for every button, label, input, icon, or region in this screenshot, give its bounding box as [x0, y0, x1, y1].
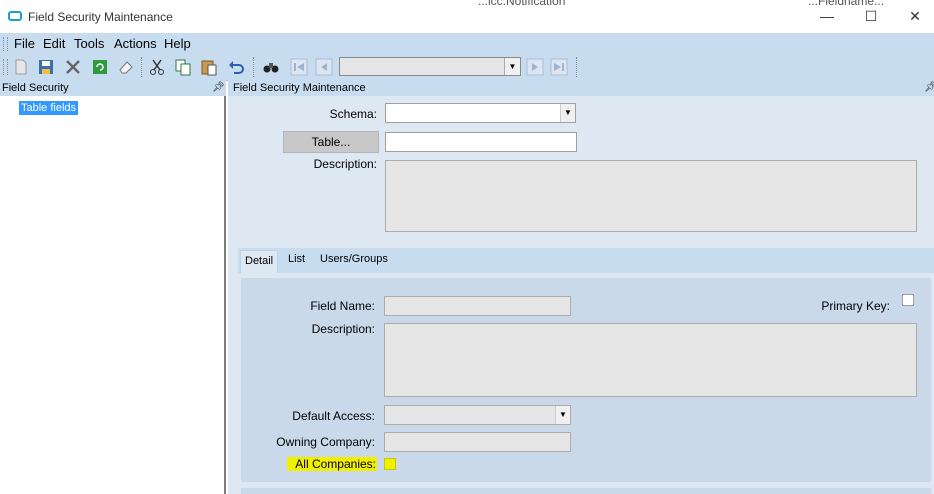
all-companies-label: All Companies:: [287, 457, 377, 471]
detail-panel: Field Name: Primary Key: Description: De…: [241, 278, 931, 482]
menu-tools[interactable]: Tools: [74, 36, 104, 51]
table-field[interactable]: [385, 132, 577, 152]
menu-help[interactable]: Help: [164, 36, 191, 51]
maintenance-panel-header: Field Security Maintenance 📌︎: [228, 80, 934, 96]
schema-select[interactable]: ▼: [385, 103, 576, 123]
field-name-field[interactable]: [384, 296, 571, 316]
delete-icon[interactable]: [64, 58, 82, 76]
owning-company-field[interactable]: [384, 432, 571, 452]
tab-list[interactable]: List: [288, 253, 305, 265]
primary-key-checkbox[interactable]: [902, 294, 914, 306]
search-icon[interactable]: [262, 58, 280, 76]
field-name-label: Field Name:: [310, 299, 375, 313]
pin-icon[interactable]: 📌︎: [924, 82, 934, 93]
maximize-button[interactable]: ☐: [856, 6, 886, 26]
field-security-panel-header: Field Security 📌︎: [0, 80, 226, 96]
menu-file[interactable]: File: [14, 36, 35, 51]
refresh-icon[interactable]: [91, 58, 109, 76]
window-title: Field Security Maintenance: [28, 10, 173, 24]
prev-record-icon[interactable]: [315, 58, 333, 76]
maintenance-form: Schema: ▼ Table... Description: Detail L…: [228, 96, 934, 494]
default-access-label: Default Access:: [292, 409, 375, 423]
chevron-down-icon[interactable]: ▼: [504, 58, 520, 75]
toolbar-separator: [141, 57, 143, 77]
default-access-select[interactable]: ▼: [384, 405, 571, 425]
field-security-tree: Table fields: [0, 96, 226, 494]
app-icon: [8, 11, 22, 21]
last-record-icon[interactable]: [550, 58, 568, 76]
menubar-grip[interactable]: [3, 37, 8, 51]
next-record-icon[interactable]: [526, 58, 544, 76]
tab-detail[interactable]: Detail: [240, 250, 279, 273]
paste-icon[interactable]: [200, 58, 218, 76]
panel-title: Field Security: [2, 82, 69, 94]
new-icon[interactable]: [12, 58, 30, 76]
pin-icon[interactable]: 📌︎: [212, 82, 225, 93]
save-icon[interactable]: [37, 58, 55, 76]
copy-icon[interactable]: [174, 58, 192, 76]
toolbar-separator: [576, 57, 578, 77]
cut-icon[interactable]: [148, 58, 166, 76]
background-window-text: ...lcc.Notification: [478, 0, 566, 8]
detail-description-label: Description:: [311, 322, 375, 336]
all-companies-checkbox[interactable]: [384, 458, 396, 470]
menu-actions[interactable]: Actions: [114, 36, 157, 51]
menu-bar: File Edit Tools Actions Help: [0, 33, 934, 54]
detail-panel-footer: [241, 488, 931, 494]
detail-description-field[interactable]: [384, 323, 917, 397]
schema-label: Schema:: [329, 107, 377, 121]
tab-users-groups[interactable]: Users/Groups: [320, 253, 388, 265]
close-button[interactable]: ✕: [900, 6, 930, 26]
tab-strip: Detail List Users/Groups: [238, 248, 934, 273]
record-selector-combo[interactable]: ▼: [339, 57, 521, 76]
panel-title: Field Security Maintenance: [233, 82, 366, 94]
toolbar-separator: [253, 57, 255, 77]
description-field[interactable]: [385, 160, 917, 232]
first-record-icon[interactable]: [290, 58, 308, 76]
undo-icon[interactable]: [227, 58, 245, 76]
description-label: Description:: [313, 157, 377, 171]
chevron-down-icon[interactable]: ▼: [555, 406, 570, 424]
chevron-down-icon[interactable]: ▼: [560, 104, 575, 122]
minimize-button[interactable]: —: [812, 6, 842, 26]
primary-key-label: Primary Key:: [821, 299, 890, 313]
tree-node-table-fields[interactable]: Table fields: [19, 101, 79, 115]
table-button[interactable]: Table...: [283, 131, 379, 153]
owning-company-label: Owning Company:: [276, 435, 375, 449]
window-title-bar: Field Security Maintenance ...lcc.Notifi…: [0, 0, 934, 34]
menu-edit[interactable]: Edit: [43, 36, 65, 51]
clear-icon[interactable]: [117, 58, 135, 76]
toolbar-grip[interactable]: [3, 59, 8, 75]
toolbar: ▼: [0, 54, 934, 81]
